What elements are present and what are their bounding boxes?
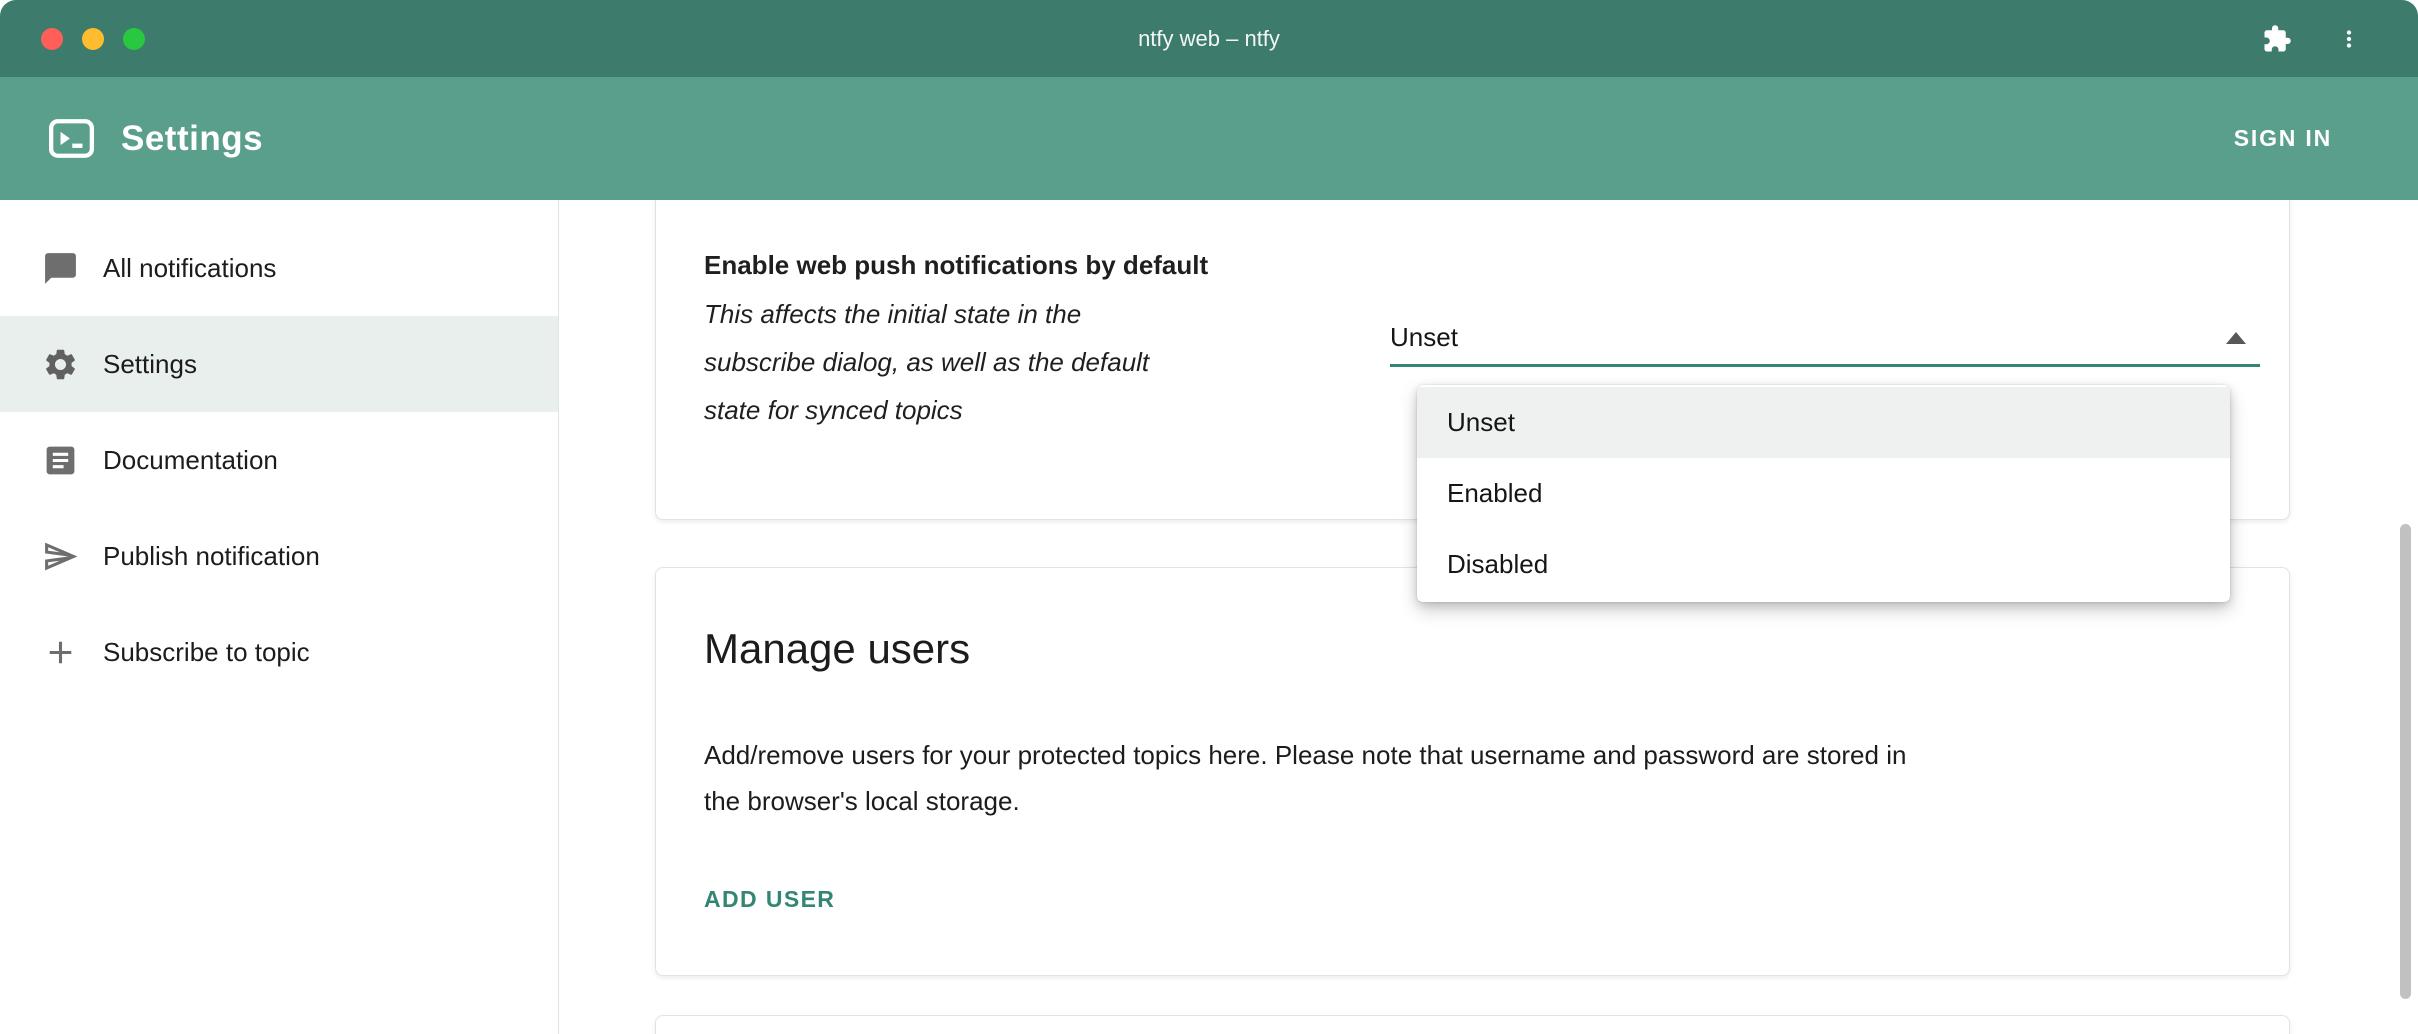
menu-option-unset[interactable]: Unset: [1417, 387, 2230, 458]
article-icon: [42, 442, 79, 479]
sidebar-item-label: Settings: [103, 349, 197, 380]
app-bar: Settings SIGN IN: [0, 77, 2418, 200]
sidebar-item-label: Subscribe to topic: [103, 637, 310, 668]
sidebar-item-settings[interactable]: Settings: [0, 316, 558, 412]
sidebar-item-documentation[interactable]: Documentation: [0, 412, 558, 508]
add-user-button[interactable]: ADD USER: [704, 876, 835, 923]
sidebar-item-label: Publish notification: [103, 541, 320, 572]
chat-icon: [42, 250, 79, 287]
dropdown-arrow-up-icon: [2226, 332, 2246, 344]
send-icon: [42, 538, 79, 575]
web-push-default-select[interactable]: Unset: [1390, 311, 2260, 367]
plus-icon: [42, 634, 79, 671]
web-push-select-menu: Unset Enabled Disabled: [1417, 385, 2230, 602]
sidebar-item-label: Documentation: [103, 445, 278, 476]
window-titlebar: ntfy web – ntfy: [0, 0, 2418, 77]
page-title: Settings: [121, 119, 263, 159]
sidebar-item-subscribe-to-topic[interactable]: Subscribe to topic: [0, 604, 558, 700]
select-value: Unset: [1390, 322, 1458, 352]
sidebar-item-all-notifications[interactable]: All notifications: [0, 220, 558, 316]
manage-users-title: Manage users: [704, 624, 2241, 674]
setting-description: This affects the initial state in the su…: [704, 290, 1149, 434]
manage-users-description: Add/remove users for your protected topi…: [704, 732, 2241, 824]
menu-option-disabled[interactable]: Disabled: [1417, 529, 2230, 600]
sidebar: All notifications Settings Documentation…: [0, 200, 559, 1034]
ntfy-logo-icon: [48, 115, 95, 162]
window-title: ntfy web – ntfy: [0, 26, 2418, 52]
sidebar-item-label: All notifications: [103, 253, 276, 284]
settings-content: Enable web push notifications by default…: [559, 200, 2418, 1034]
setting-title: Enable web push notifications by default: [704, 250, 1208, 281]
manage-users-card: Manage users Add/remove users for your p…: [655, 567, 2290, 976]
browser-window: ntfy web – ntfy Settings SIGN IN: [0, 0, 2418, 1034]
gear-icon: [42, 346, 79, 383]
sign-in-button[interactable]: SIGN IN: [2234, 125, 2332, 152]
sidebar-item-publish-notification[interactable]: Publish notification: [0, 508, 558, 604]
next-card-partial: [655, 1015, 2290, 1034]
content-scrollbar[interactable]: [2400, 524, 2411, 999]
menu-option-enabled[interactable]: Enabled: [1417, 458, 2230, 529]
